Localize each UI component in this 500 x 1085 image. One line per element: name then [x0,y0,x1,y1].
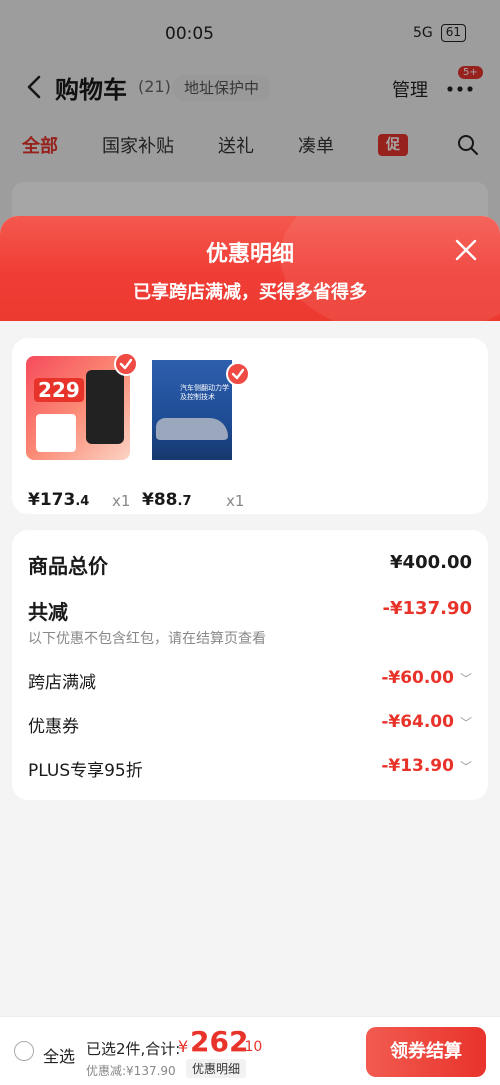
thumbnail-phone-graphic [86,370,124,444]
total-label: 商品总价 [28,554,108,578]
thumbnail-price-tag: 229 [34,378,84,402]
sheet-header: 优惠明细 已享跨店满减，买得多省得多 [0,216,500,336]
discount-label: 跨店满减 [28,673,96,693]
chevron-down-icon: ﹀ [459,716,472,730]
products-card: 229 ¥173.4 x1 汽车侧翻动力学及控制技术 ¥88.7 x1 [12,338,488,514]
product-quantity: x1 [112,492,131,510]
car-graphic [156,418,228,440]
sheet-subtitle: 已享跨店满减，买得多省得多 [133,282,367,303]
discount-row-coupon[interactable]: -¥64.00 ﹀ [381,712,472,732]
reduction-label: 共减 [28,600,68,624]
discount-detail-sheet: 优惠明细 已享跨店满减，买得多省得多 229 ¥173.4 x1 汽车侧翻动力学… [0,216,500,1085]
book-cover-graphic: 汽车侧翻动力学及控制技术 [152,360,232,460]
checkout-bar: 全选 已选2件,合计: ¥ 262 .10 优惠减:¥137.90 优惠明细 领… [0,1016,500,1085]
price-integer: ¥88 [142,490,178,510]
checkout-button[interactable]: 领券结算 [366,1027,486,1077]
price-decimal: .4 [75,494,90,509]
discount-value: -¥13.90 [381,756,454,776]
discount-value: -¥60.00 [381,668,454,688]
thumbnail-card-graphic [36,414,76,452]
product-price: ¥88.7 [142,490,191,510]
price-integer: ¥173 [28,490,76,510]
discount-label: 优惠券 [28,717,79,737]
discount-total-line: 优惠减:¥137.90 [86,1064,176,1078]
selected-info: 已选2件,合计: [86,1040,181,1058]
discount-value: -¥64.00 [381,712,454,732]
select-all-label[interactable]: 全选 [43,1043,75,1067]
discount-detail-button[interactable]: 优惠明细 [186,1059,247,1078]
product-thumbnail[interactable]: 229 [26,356,130,460]
price-summary-card: 商品总价 ¥400.00 共减 -¥137.90 以下优惠不包含红包，请在结算页… [12,530,488,800]
sheet-title: 优惠明细 [205,242,294,267]
total-currency: ¥ [178,1037,189,1056]
reduction-value: -¥137.90 [382,598,472,619]
book-title: 汽车侧翻动力学及控制技术 [180,384,229,401]
selected-check-icon [226,362,250,386]
total-value: ¥400.00 [390,552,472,573]
total-decimal: .10 [240,1039,263,1055]
close-icon[interactable] [454,238,478,262]
select-all-radio[interactable] [14,1041,34,1061]
selected-check-icon [114,352,138,376]
discount-label: PLUS专享95折 [28,761,143,781]
product-quantity: x1 [226,492,245,510]
chevron-down-icon: ﹀ [459,672,472,686]
chevron-down-icon: ﹀ [459,760,472,774]
product-price: ¥173.4 [28,490,89,510]
price-decimal: .7 [177,494,192,509]
discount-row-cross-store[interactable]: -¥60.00 ﹀ [381,668,472,688]
reduction-note: 以下优惠不包含红包，请在结算页查看 [28,631,266,647]
discount-row-plus[interactable]: -¥13.90 ﹀ [381,756,472,776]
